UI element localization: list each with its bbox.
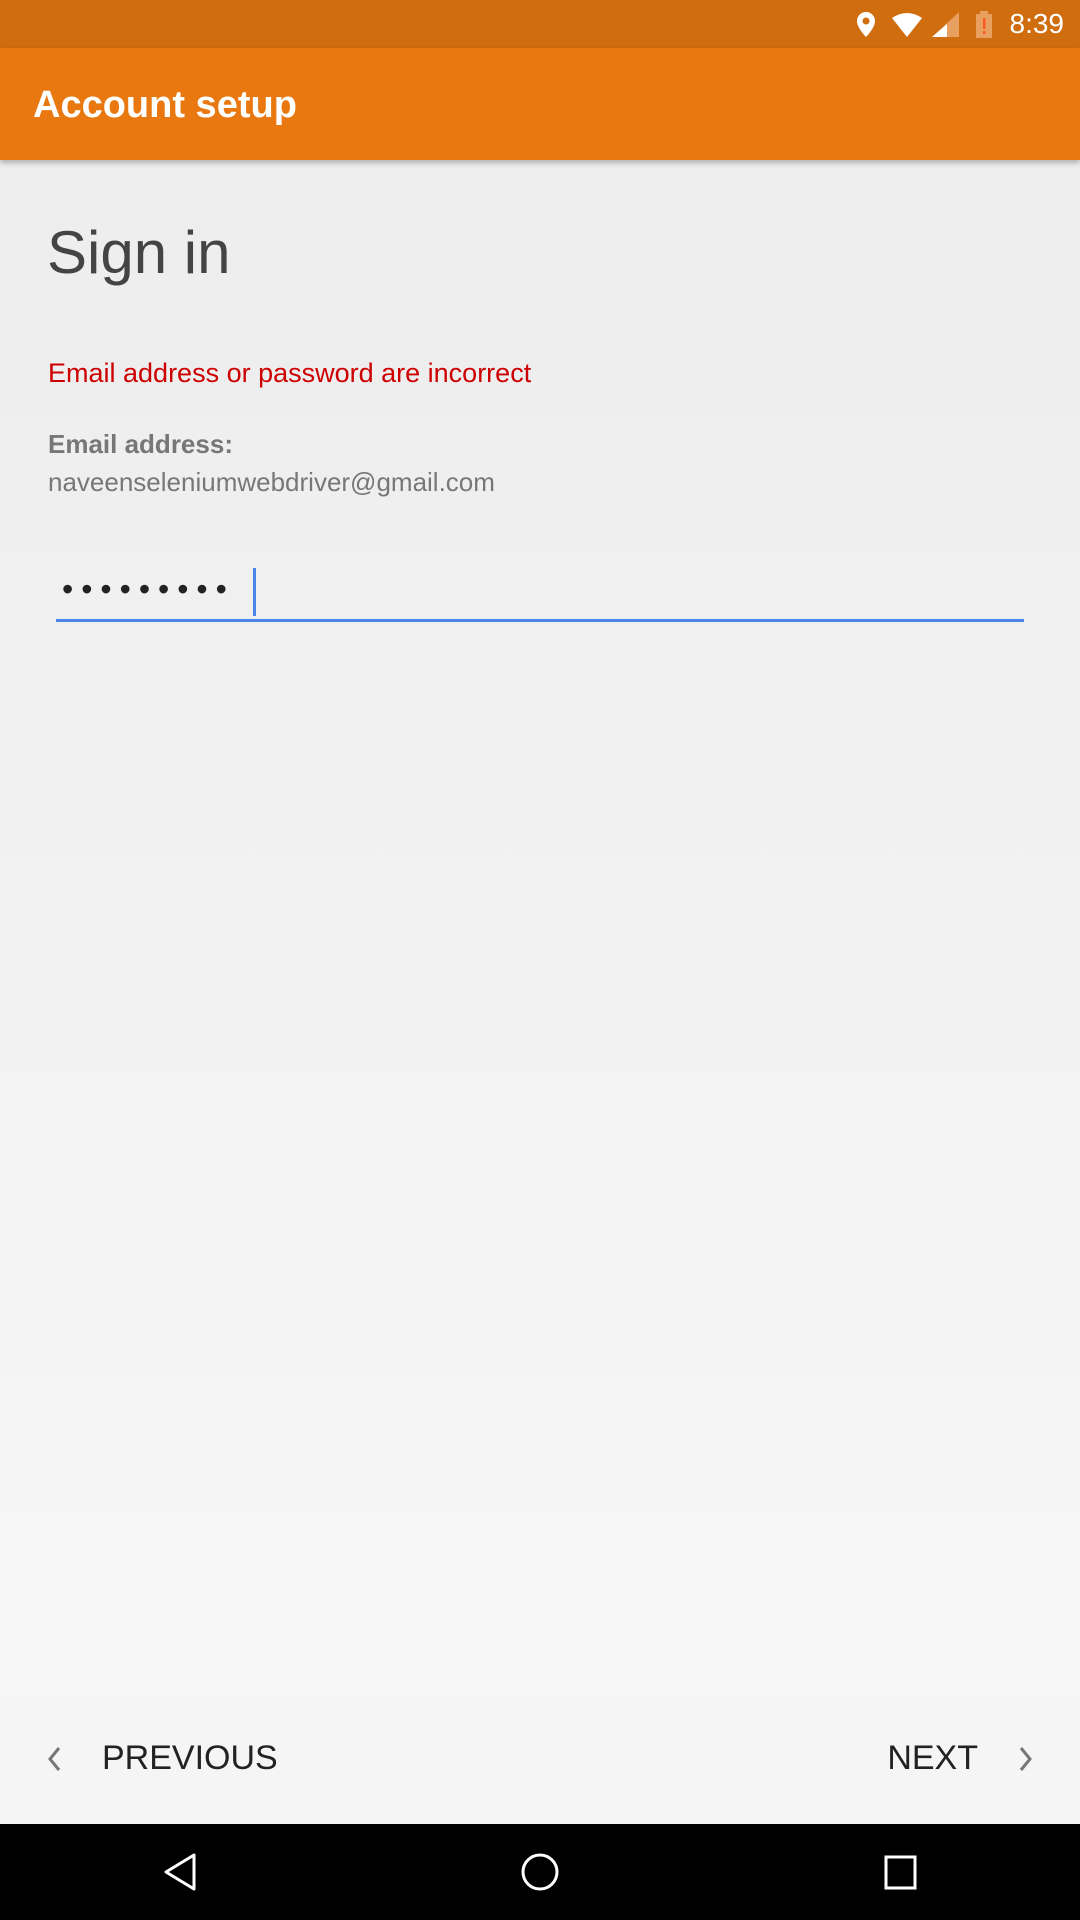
app-bar-title: Account setup xyxy=(33,84,297,126)
previous-label: PREVIOUS xyxy=(102,1739,278,1777)
next-label: NEXT xyxy=(887,1739,978,1777)
status-bar: 8:39 xyxy=(0,0,1080,48)
signal-icon xyxy=(932,12,959,37)
chevron-left-icon xyxy=(48,1746,61,1771)
error-message: Email address or password are incorrect xyxy=(48,358,532,388)
email-label: Email address: xyxy=(48,429,233,459)
battery-alert-icon xyxy=(976,11,992,38)
system-nav-bar xyxy=(0,1824,1080,1920)
chevron-right-icon xyxy=(1019,1746,1032,1771)
text-cursor xyxy=(253,568,256,616)
page-title: Sign in xyxy=(47,219,231,286)
wifi-icon xyxy=(892,13,922,37)
back-icon[interactable] xyxy=(160,1852,200,1892)
next-button[interactable]: NEXT xyxy=(887,1739,1034,1778)
home-icon[interactable] xyxy=(520,1852,560,1892)
app-bar: Account setup xyxy=(0,48,1080,160)
password-input[interactable] xyxy=(56,560,1024,622)
recents-icon[interactable] xyxy=(883,1854,919,1890)
location-icon xyxy=(857,12,875,37)
bottom-bar: PREVIOUS NEXT xyxy=(0,1695,1080,1824)
clock: 8:39 xyxy=(1009,8,1065,39)
email-value: naveenseleniumwebdriver@gmail.com xyxy=(48,467,495,497)
previous-button[interactable]: PREVIOUS xyxy=(46,1739,278,1778)
